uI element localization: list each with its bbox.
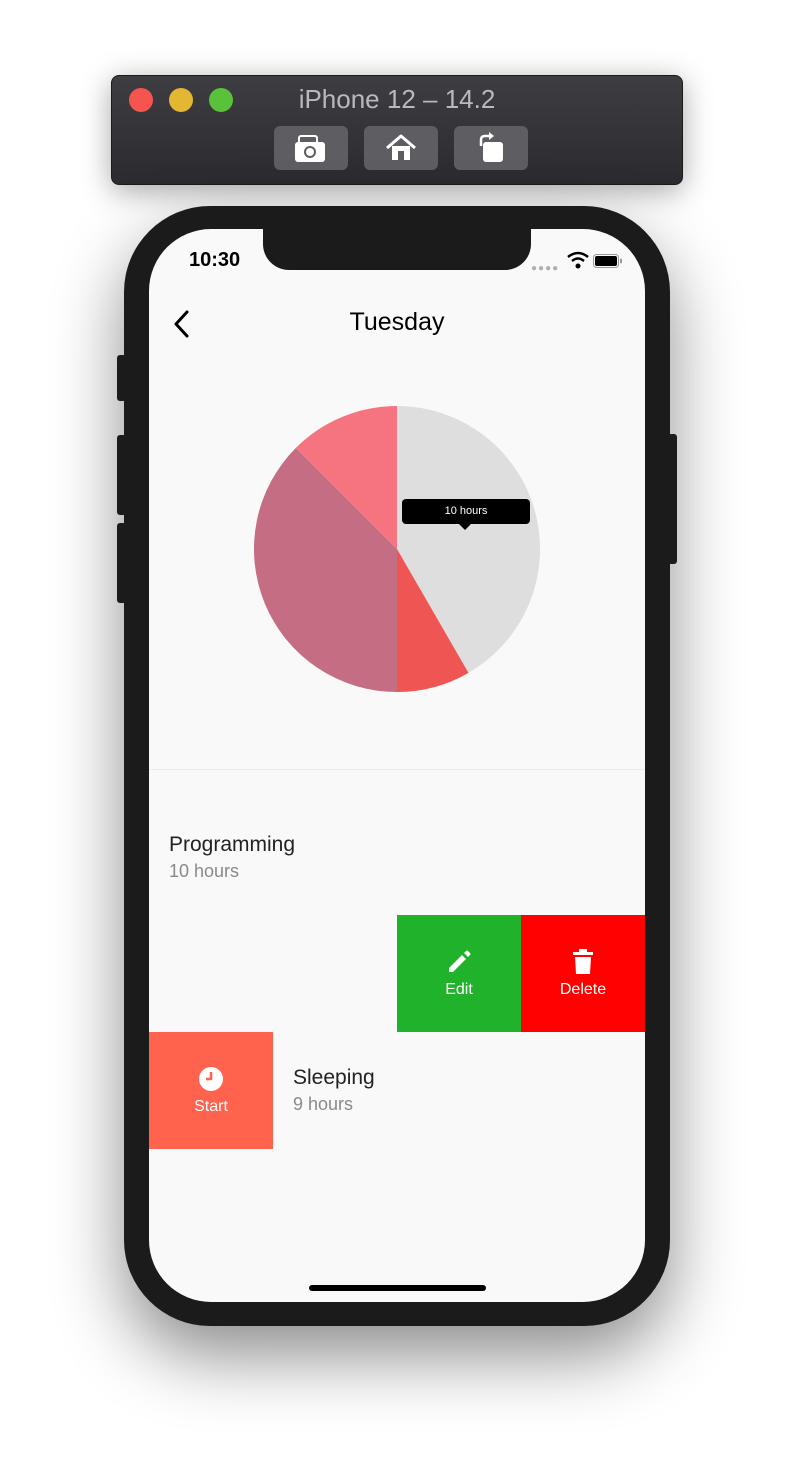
home-button[interactable] bbox=[364, 126, 438, 170]
power-button bbox=[668, 434, 677, 564]
edit-button[interactable]: Edit bbox=[397, 915, 521, 1032]
home-icon bbox=[386, 134, 416, 160]
trash-icon bbox=[573, 948, 593, 974]
start-label: Start bbox=[194, 1097, 228, 1115]
chart-tooltip: 10 hours bbox=[402, 499, 530, 530]
activity-title[interactable]: Sleeping bbox=[293, 1066, 375, 1090]
delete-button[interactable]: Delete bbox=[521, 915, 645, 1032]
volume-down-button bbox=[117, 523, 126, 603]
screenshot-button[interactable] bbox=[274, 126, 348, 170]
delete-label: Delete bbox=[559, 980, 607, 998]
camera-icon bbox=[295, 135, 325, 162]
simulator-title-bar: iPhone 12 – 14.2 bbox=[111, 75, 683, 185]
edit-label: Edit bbox=[445, 980, 473, 998]
clock-icon bbox=[199, 1066, 223, 1091]
rotate-icon bbox=[479, 132, 503, 162]
volume-up-button bbox=[117, 435, 126, 515]
activity-duration: 9 hours bbox=[293, 1094, 354, 1114]
battery-icon bbox=[593, 254, 622, 268]
page-title: Tuesday bbox=[349, 308, 445, 336]
activity-title: Programming bbox=[169, 833, 296, 856]
signal-icon: ●●●● bbox=[531, 263, 560, 274]
phone-screen: 10:30 ●●●● Tuesday 10 hours Programming … bbox=[149, 229, 645, 1302]
window-title: iPhone 12 – 14.2 bbox=[298, 84, 496, 114]
divider bbox=[149, 769, 645, 770]
notch bbox=[263, 229, 531, 270]
start-button[interactable]: Start bbox=[149, 1032, 273, 1149]
status-icons: ●●●● bbox=[531, 251, 622, 274]
wifi-icon bbox=[567, 251, 589, 269]
activity-duration: 10 hours bbox=[169, 861, 240, 881]
status-time: 10:30 bbox=[189, 249, 241, 271]
silent-switch bbox=[117, 355, 126, 401]
pie-chart[interactable] bbox=[253, 405, 541, 693]
activity-row-programming[interactable]: Programming 10 hours bbox=[149, 809, 645, 889]
pencil-icon bbox=[449, 950, 471, 972]
home-indicator[interactable] bbox=[309, 1285, 486, 1291]
rotate-button[interactable] bbox=[454, 126, 528, 170]
